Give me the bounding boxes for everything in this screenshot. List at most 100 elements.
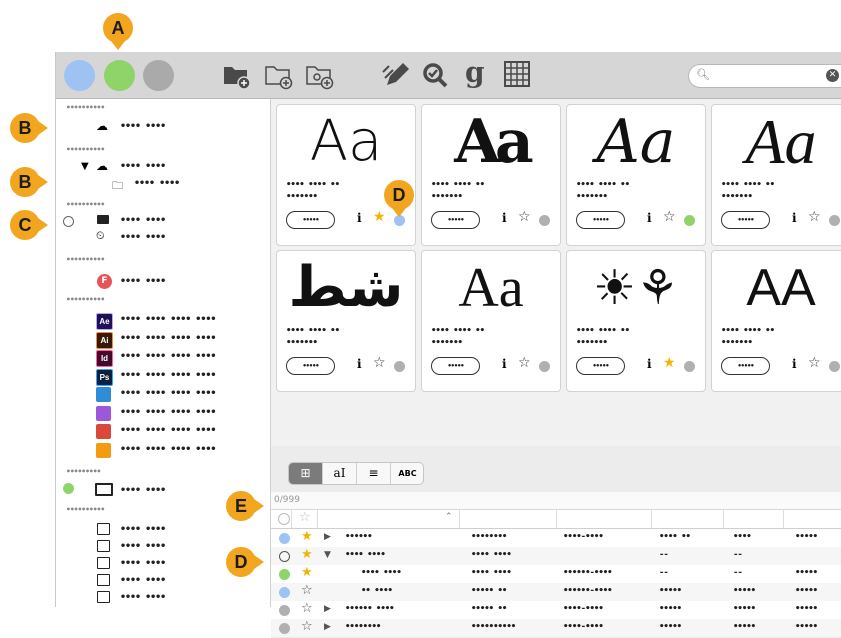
search-input[interactable]: 🔍︎ ✕ <box>688 64 841 88</box>
favorite-star-icon[interactable]: ☆ <box>301 619 313 634</box>
font-card[interactable]: Aa •••• •••• •• ••••••• ••••• i ★ <box>276 104 416 246</box>
font-card[interactable]: شط •••• •••• •• ••••••• ••••• i ☆ <box>276 250 416 392</box>
font-card[interactable]: Aa •••• •••• •• ••••••• ••••• i ☆ <box>421 250 561 392</box>
zoom-magnify-icon[interactable] <box>418 58 452 92</box>
new-library-icon[interactable] <box>219 58 253 92</box>
new-smart-folder-icon[interactable] <box>302 58 336 92</box>
font-card[interactable]: ☀⚘ •••• •••• •• ••••••• ••••• i ★ <box>566 250 706 392</box>
paragraph-view-button[interactable]: ≡ <box>357 463 391 484</box>
activation-dot[interactable] <box>684 361 695 372</box>
table-row[interactable]: ★ ▼ •••• •••• •••• •••• -- -- <box>271 547 841 566</box>
table-row[interactable]: ☆ ▶ •••••••• •••••••••• ••••-•••• ••••• ••••• •… <box>271 619 841 638</box>
sidebar-item-recent[interactable]: •••• •••• <box>120 232 166 243</box>
activation-dot[interactable] <box>394 361 405 372</box>
sidebar-item-subfolder[interactable]: •••• •••• <box>134 178 180 189</box>
glyph-grid-icon[interactable] <box>501 58 535 92</box>
info-icon[interactable]: i <box>357 211 362 225</box>
sidebar-item-document[interactable]: •••• •••• <box>120 541 166 552</box>
favorite-star-icon[interactable]: ★ <box>373 209 386 225</box>
favorite-star-icon[interactable]: ☆ <box>808 209 821 225</box>
sidebar-item-cloud-1[interactable]: •••• •••• <box>120 121 166 132</box>
font-card[interactable]: Aa •••• •••• •• ••••••• ••••• i ☆ <box>421 104 561 246</box>
table-row[interactable]: ☆ ▶ •••••• •••• ••••• •• ••••-•••• ••••• •••••… <box>271 601 841 620</box>
favorite-star-icon[interactable]: ☆ <box>373 355 386 371</box>
sidebar-item-fontbase[interactable]: •••• •••• <box>120 276 166 287</box>
expand-triangle-icon[interactable]: ▶ <box>324 604 331 614</box>
info-icon[interactable]: i <box>502 211 507 225</box>
sidebar-item-app[interactable]: •••• •••• •••• •••• <box>120 370 216 381</box>
sidebar-item-cloud-2[interactable]: •••• •••• <box>120 161 166 172</box>
favorite-star-icon[interactable]: ★ <box>301 547 313 562</box>
activation-dot[interactable] <box>279 569 290 580</box>
favorite-star-icon[interactable]: ★ <box>663 355 676 371</box>
close-window-button[interactable] <box>64 60 95 91</box>
info-icon[interactable]: i <box>357 357 362 371</box>
font-card[interactable]: AA •••• •••• •• ••••••• ••••• i ☆ <box>711 250 841 392</box>
table-row[interactable]: ☆ •• •••• ••••• •• ••••••-•••• ••••• ••••• •••… <box>271 583 841 602</box>
sidebar-item-document[interactable]: •••• •••• <box>120 524 166 535</box>
google-fonts-icon[interactable]: g <box>459 56 493 92</box>
font-tag-pill[interactable]: ••••• <box>286 357 335 375</box>
font-tag-pill[interactable]: ••••• <box>431 357 480 375</box>
font-tag-pill[interactable]: ••••• <box>721 211 770 229</box>
expand-triangle-icon[interactable]: ▼ <box>324 550 331 560</box>
info-icon[interactable]: i <box>792 357 797 371</box>
favorite-star-icon[interactable]: ☆ <box>301 583 313 598</box>
sidebar-item-app[interactable]: •••• •••• •••• •••• <box>120 388 216 399</box>
font-card[interactable]: Aa •••• •••• •• ••••••• ••••• i ☆ <box>566 104 706 246</box>
glyph-view-button[interactable]: ABC <box>391 463 423 484</box>
grid-view-button[interactable]: ⊞ <box>289 463 323 484</box>
sort-ascending-icon[interactable]: ⌃ <box>445 512 453 522</box>
font-tag-pill[interactable]: ••••• <box>286 211 335 229</box>
activation-dot[interactable] <box>279 623 290 634</box>
sidebar-item-app[interactable]: •••• •••• •••• •••• <box>120 314 216 325</box>
favorite-star-icon[interactable]: ★ <box>301 529 313 544</box>
font-tag-pill[interactable]: ••••• <box>576 211 625 229</box>
sidebar-item-app[interactable]: •••• •••• •••• •••• <box>120 407 216 418</box>
activation-dot[interactable] <box>829 361 840 372</box>
font-tag-pill[interactable]: ••••• <box>576 357 625 375</box>
minimize-window-button[interactable] <box>104 60 135 91</box>
favorite-star-icon[interactable]: ★ <box>301 565 313 580</box>
sidebar-item-folder[interactable]: •••• •••• <box>120 215 166 226</box>
new-folder-icon[interactable] <box>261 58 295 92</box>
favorite-star-icon[interactable]: ☆ <box>808 355 821 371</box>
font-tag-pill[interactable]: ••••• <box>431 211 480 229</box>
table-row[interactable]: ★ ▶ •••••• •••••••• ••••-•••• •••• •• •••• ••••… <box>271 529 841 548</box>
sidebar-item-document[interactable]: •••• •••• <box>120 592 166 603</box>
sidebar-item-computer[interactable]: •••• •••• <box>120 485 166 496</box>
sidebar-item-app[interactable]: •••• •••• •••• •••• <box>120 351 216 362</box>
sidebar-item-app[interactable]: •••• •••• •••• •••• <box>120 425 216 436</box>
sample-text-view-button[interactable]: aI <box>323 463 357 484</box>
zoom-window-button[interactable] <box>143 60 174 91</box>
expand-triangle-icon[interactable]: ▶ <box>324 622 331 632</box>
favorite-star-icon[interactable]: ☆ <box>518 355 531 371</box>
activation-dot[interactable] <box>684 215 695 226</box>
activation-dot[interactable] <box>279 533 290 544</box>
activation-dot[interactable] <box>829 215 840 226</box>
activation-circle[interactable] <box>63 216 74 227</box>
info-icon[interactable]: i <box>647 357 652 371</box>
clear-search-icon[interactable]: ✕ <box>826 69 839 82</box>
font-card[interactable]: Aa •••• •••• •• ••••••• ••••• i ☆ <box>711 104 841 246</box>
sidebar-item-app[interactable]: •••• •••• •••• •••• <box>120 333 216 344</box>
activation-dot[interactable] <box>279 587 290 598</box>
favorite-star-icon[interactable]: ☆ <box>663 209 676 225</box>
favorite-column-header[interactable]: ☆ <box>299 510 311 525</box>
info-icon[interactable]: i <box>647 211 652 225</box>
active-status-dot[interactable] <box>63 483 74 494</box>
collapse-triangle-icon[interactable]: ▼ <box>81 161 89 172</box>
activation-dot[interactable] <box>539 215 550 226</box>
font-tag-pill[interactable]: ••••• <box>721 357 770 375</box>
sidebar-item-app[interactable]: •••• •••• •••• •••• <box>120 444 216 455</box>
sidebar-item-document[interactable]: •••• •••• <box>120 575 166 586</box>
sidebar-item-document[interactable]: •••• •••• <box>120 558 166 569</box>
favorite-star-icon[interactable]: ☆ <box>518 209 531 225</box>
info-icon[interactable]: i <box>502 357 507 371</box>
favorite-star-icon[interactable]: ☆ <box>301 601 313 616</box>
table-row[interactable]: ★ •••• •••• •••• •••• ••••••-•••• -- -- ••••• <box>271 565 841 584</box>
activation-column-header[interactable] <box>278 513 290 525</box>
edit-pencil-icon[interactable] <box>379 58 413 92</box>
info-icon[interactable]: i <box>792 211 797 225</box>
activation-dot[interactable] <box>539 361 550 372</box>
